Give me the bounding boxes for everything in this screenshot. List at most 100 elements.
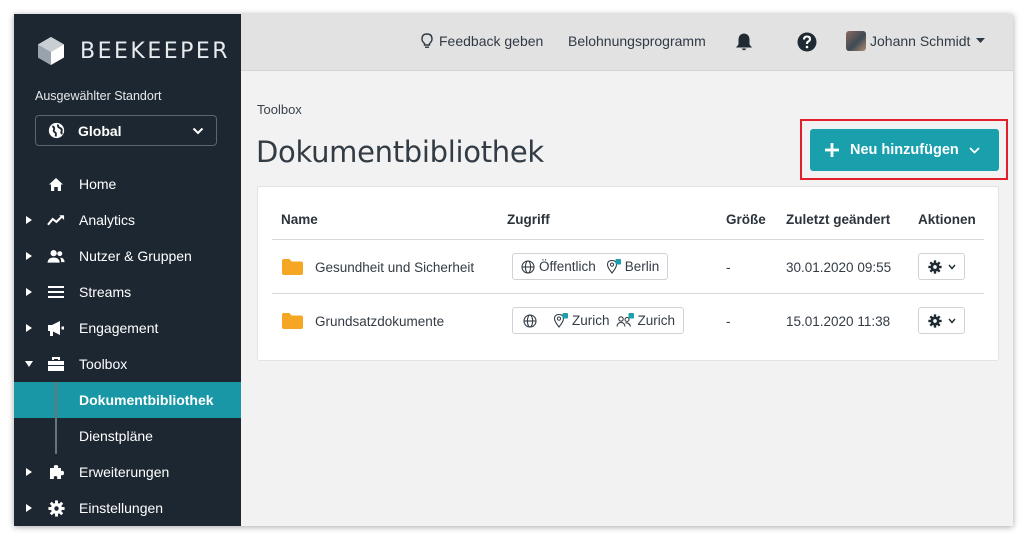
location-pin-icon: [606, 259, 621, 274]
rewards-link[interactable]: Belohnungsprogramm: [568, 33, 706, 49]
caret-down-icon: [976, 38, 986, 43]
sidebar-item-label: Erweiterungen: [79, 464, 170, 480]
gear-icon: [47, 499, 65, 517]
page-title: Dokumentbibliothek: [256, 135, 544, 169]
document-modified: 15.01.2020 11:38: [786, 314, 891, 329]
chevron-down-icon: [947, 318, 956, 324]
gear-icon: [927, 259, 942, 274]
sidebar-item-home[interactable]: Home: [14, 166, 241, 202]
caret-right-icon: [26, 216, 32, 224]
caret-right-icon: [26, 324, 32, 332]
group-icon: [615, 313, 634, 327]
gear-icon: [927, 313, 942, 328]
access-badge[interactable]: Zurich Zurich: [512, 307, 685, 334]
location-value: Global: [78, 122, 122, 139]
bell-icon[interactable]: [735, 32, 753, 52]
avatar: [846, 31, 866, 51]
sidebar-item-streams[interactable]: Streams: [14, 274, 241, 310]
sidebar-item-analytics[interactable]: Analytics: [14, 202, 241, 238]
tree-line: [55, 382, 57, 418]
access-public-label: Öffentlich: [539, 259, 596, 274]
add-new-button[interactable]: Neu hinzufügen: [810, 129, 999, 171]
sidebar-subitem-label: Dokumentbibliothek: [79, 392, 214, 408]
sidebar-item-label: Streams: [79, 284, 132, 300]
sidebar-item-toolbox[interactable]: Toolbox: [14, 346, 241, 382]
sidebar-subitem-label: Dienstpläne: [79, 428, 153, 444]
sidebar-item-label: Analytics: [79, 212, 136, 228]
folder-icon: [282, 259, 303, 275]
access-badge[interactable]: Öffentlich Berlin: [512, 253, 669, 280]
row-actions-button[interactable]: [918, 253, 965, 280]
caret-right-icon: [26, 504, 32, 512]
caret-right-icon: [26, 252, 32, 260]
column-header-name[interactable]: Name: [281, 212, 318, 227]
documents-table: Name Zugriff Größe Zuletzt geändert Akti…: [257, 186, 999, 361]
top-bar: Feedback geben Belohnungsprogramm Johann…: [241, 14, 1013, 71]
app-window: BEEKEEPER Ausgewählter Standort Global H…: [14, 14, 1013, 526]
home-icon: [47, 175, 65, 193]
access-group: Zurich: [615, 313, 675, 328]
plus-icon: [825, 143, 839, 157]
user-menu[interactable]: Johann Schmidt: [846, 31, 986, 51]
caret-right-icon: [26, 468, 32, 476]
sidebar-item-settings[interactable]: Einstellungen: [14, 490, 241, 526]
access-public: Öffentlich: [521, 259, 596, 274]
sidebar-item-label: Engagement: [79, 320, 159, 336]
sidebar-item-label: Einstellungen: [79, 500, 164, 516]
sidebar-subitem-document-library[interactable]: Dokumentbibliothek: [14, 382, 241, 418]
row-actions-button[interactable]: [918, 307, 965, 334]
access-location: Berlin: [606, 259, 660, 274]
column-header-actions: Aktionen: [918, 212, 976, 227]
globe-icon: [521, 259, 535, 274]
analytics-icon: [47, 211, 65, 229]
access-location-label: Zurich: [572, 313, 610, 328]
feedback-link[interactable]: Feedback geben: [421, 33, 543, 49]
location-label: Ausgewählter Standort: [35, 89, 162, 103]
table-row[interactable]: Gesundheit und Sicherheit Öffentlich Ber…: [272, 240, 984, 293]
sidebar-item-users[interactable]: Nutzer & Gruppen: [14, 238, 241, 274]
location-pin-icon: [553, 313, 568, 328]
user-name: Johann Schmidt: [870, 33, 971, 49]
sidebar-item-label: Home: [79, 176, 117, 192]
document-name[interactable]: Gesundheit und Sicherheit: [315, 260, 474, 275]
document-size: -: [726, 314, 731, 329]
location-select[interactable]: Global: [35, 115, 217, 146]
puzzle-icon: [47, 463, 65, 481]
column-header-size[interactable]: Größe: [726, 212, 766, 227]
sidebar: BEEKEEPER Ausgewählter Standort Global H…: [14, 14, 241, 526]
brand-logo[interactable]: BEEKEEPER: [36, 36, 230, 66]
lightbulb-icon: [421, 33, 433, 48]
globe-icon: [48, 122, 65, 139]
sidebar-item-label: Nutzer & Gruppen: [79, 248, 192, 264]
globe-icon: [523, 313, 537, 328]
column-header-modified[interactable]: Zuletzt geändert: [786, 212, 890, 227]
table-row[interactable]: Grundsatzdokumente Zurich Zurich - 15.01…: [272, 294, 984, 347]
users-icon: [47, 247, 65, 265]
caret-down-icon: [25, 361, 33, 367]
access-location: Zurich: [553, 313, 610, 328]
access-location-label: Berlin: [624, 259, 660, 274]
sidebar-item-engagement[interactable]: Engagement: [14, 310, 241, 346]
document-size: -: [726, 260, 731, 275]
add-new-label: Neu hinzufügen: [850, 142, 959, 158]
rewards-label: Belohnungsprogramm: [568, 33, 706, 49]
document-modified: 30.01.2020 09:55: [786, 260, 892, 275]
streams-icon: [47, 283, 65, 301]
help-icon[interactable]: [797, 32, 817, 52]
chevron-down-icon: [969, 147, 980, 154]
folder-icon: [282, 313, 303, 329]
brand-name: BEEKEEPER: [80, 38, 231, 64]
sidebar-item-label: Toolbox: [79, 356, 128, 372]
document-name[interactable]: Grundsatzdokumente: [315, 314, 444, 329]
sidebar-subitem-shift-plans[interactable]: Dienstpläne: [14, 418, 241, 454]
chevron-down-icon: [947, 264, 956, 270]
megaphone-icon: [47, 319, 65, 337]
caret-right-icon: [26, 288, 32, 296]
sidebar-item-extensions[interactable]: Erweiterungen: [14, 454, 241, 490]
chevron-down-icon: [192, 127, 204, 134]
breadcrumb[interactable]: Toolbox: [257, 102, 302, 117]
feedback-label: Feedback geben: [439, 33, 544, 49]
tree-line: [55, 418, 57, 454]
column-header-access: Zugriff: [507, 212, 550, 227]
toolbox-icon: [47, 355, 65, 373]
